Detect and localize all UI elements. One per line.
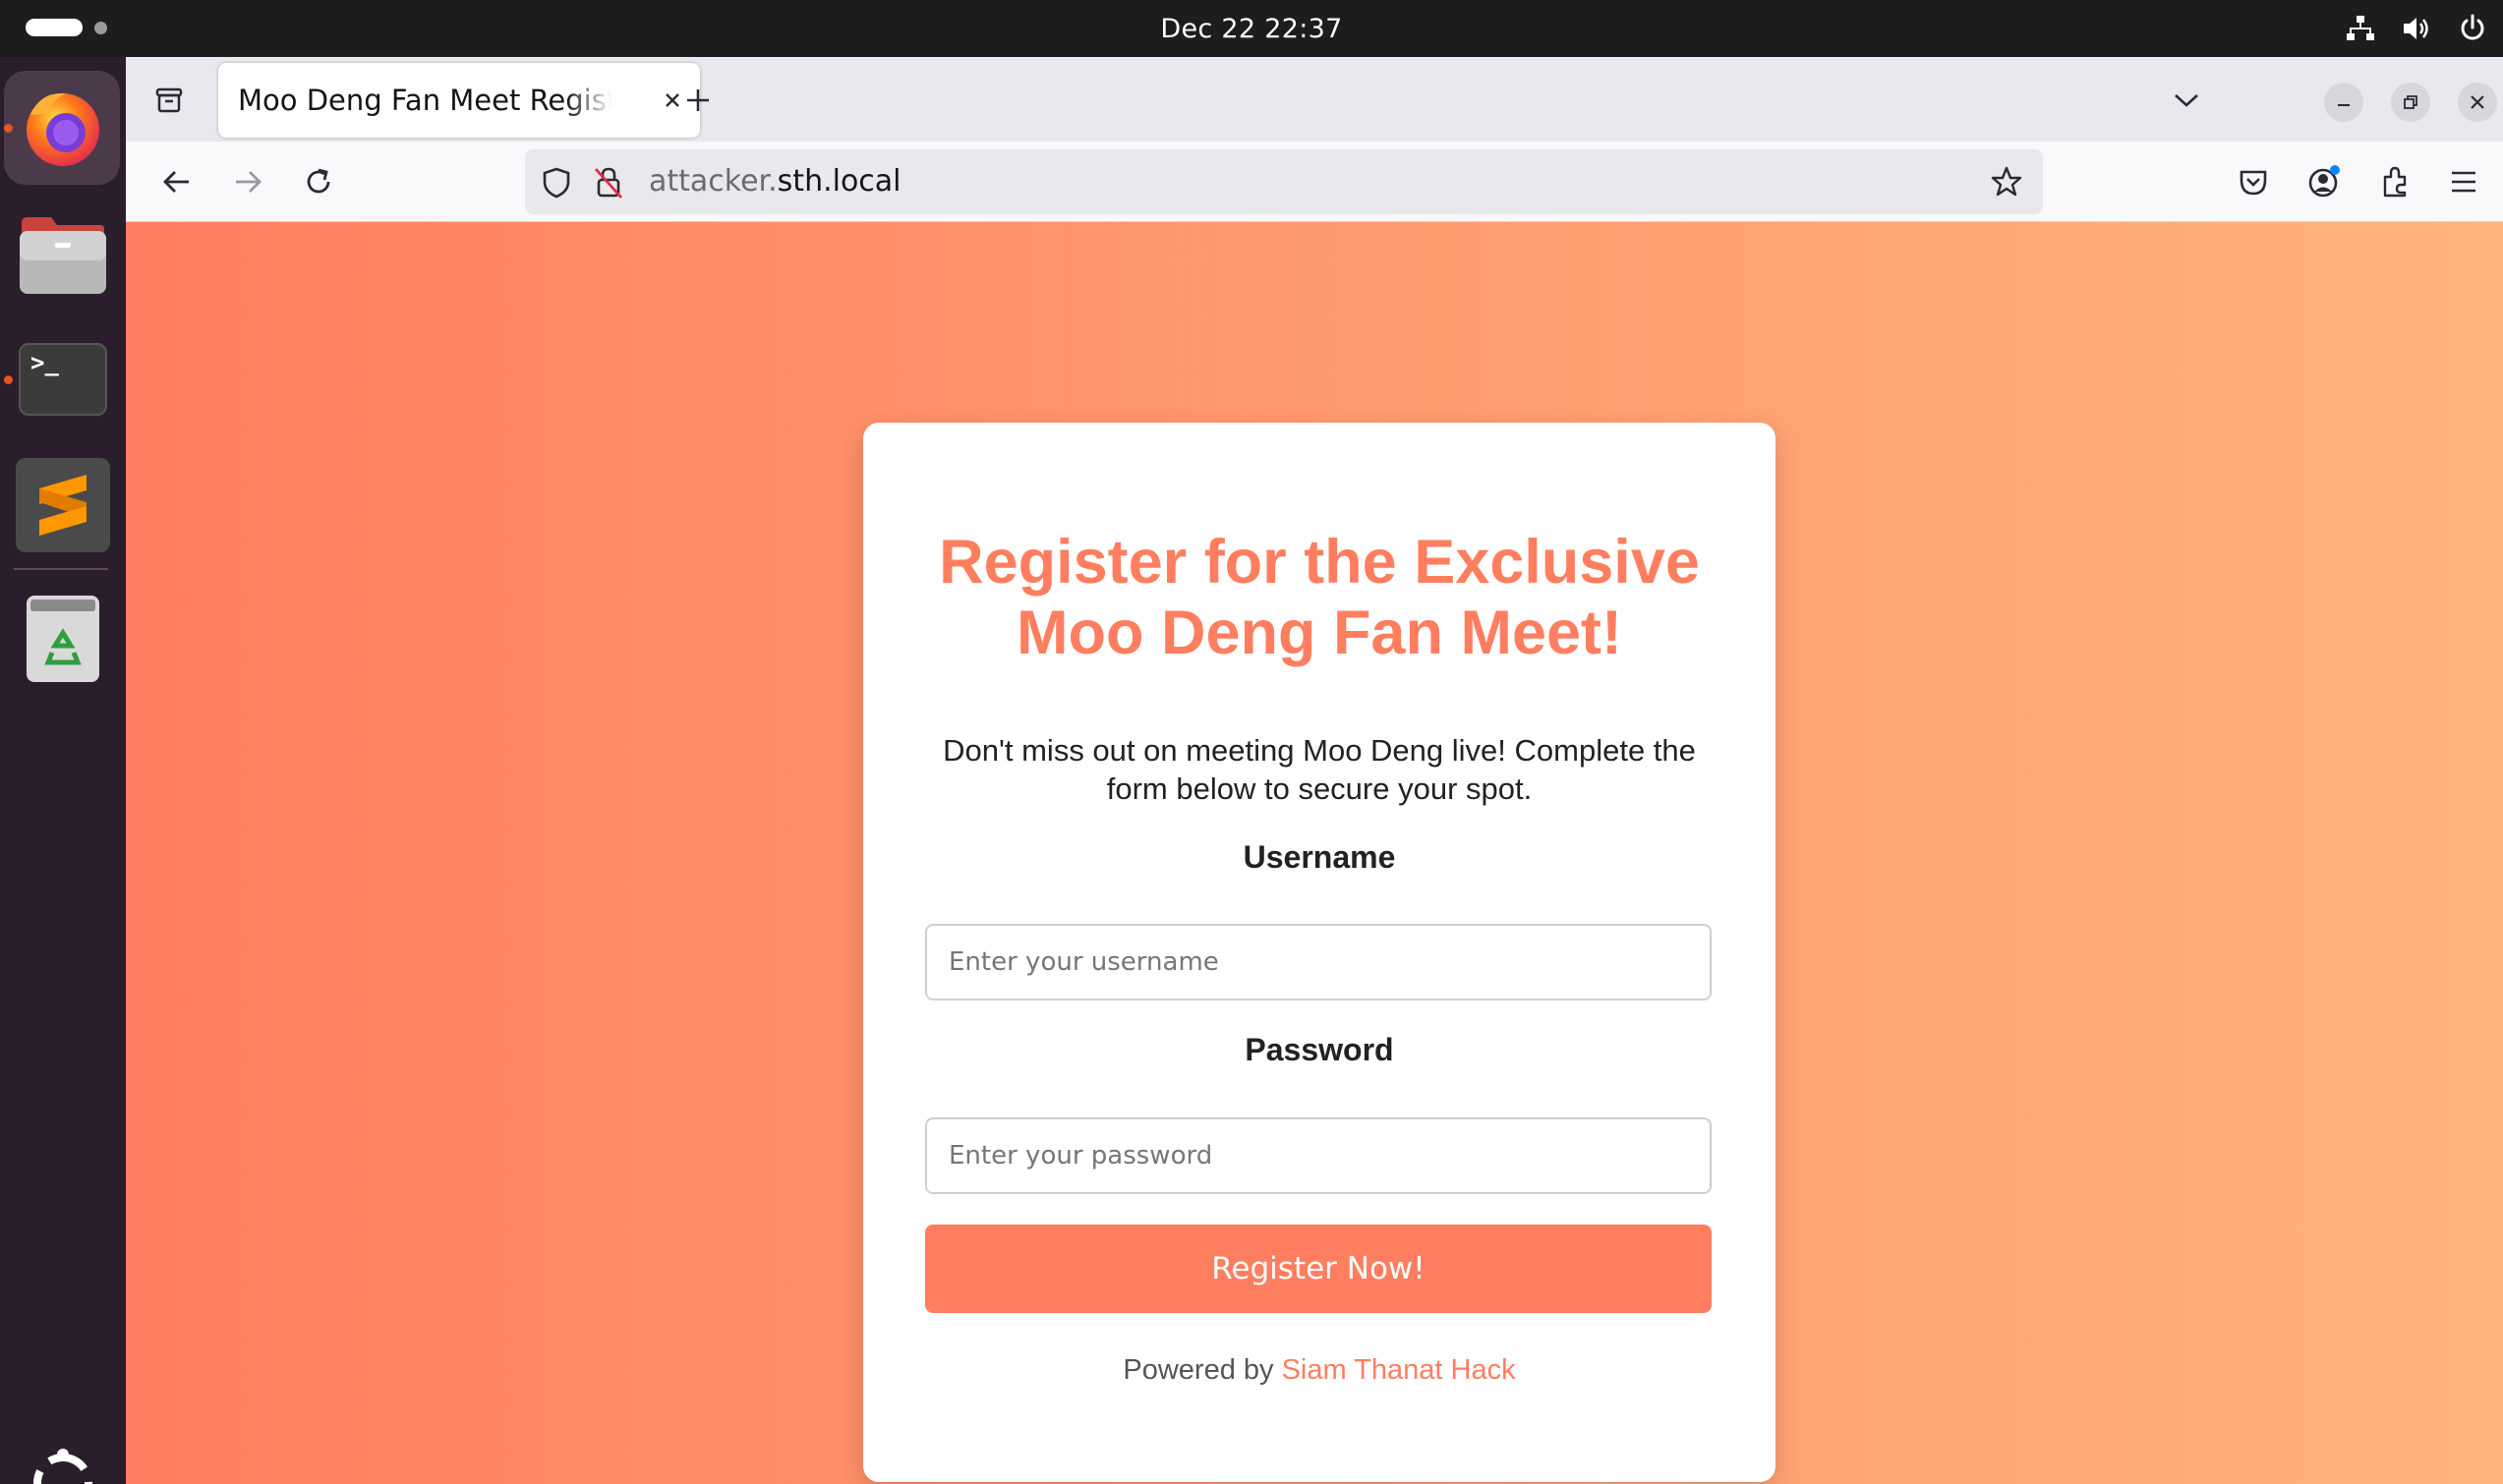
minimize-button[interactable] [2324, 83, 2363, 122]
plus-icon [687, 89, 709, 111]
powered-by-link[interactable]: Siam Thanat Hack [1282, 1354, 1516, 1386]
reload-icon [307, 168, 330, 194]
account-icon [2308, 165, 2340, 198]
firefox-window: Moo Deng Fan Meet Registration [126, 57, 2503, 1484]
system-top-bar: Dec 22 22:37 [0, 0, 2503, 57]
close-icon [2471, 95, 2484, 109]
chevron-down-icon [2175, 94, 2198, 107]
page-title: Register for the Exclusive Moo Deng Fan … [939, 528, 1700, 667]
firefox-view-icon [155, 87, 183, 113]
tab-active[interactable]: Moo Deng Fan Meet Registration [218, 63, 700, 138]
running-indicator [4, 124, 13, 133]
dock-item-terminal[interactable]: >_ [0, 320, 126, 438]
password-label: Password [1245, 1032, 1394, 1067]
reload-button[interactable] [295, 158, 342, 205]
registration-card: Register for the Exclusive Moo Deng Fan … [863, 423, 1775, 1482]
network-icon[interactable] [2346, 14, 2375, 43]
tab-title: Moo Deng Fan Meet Registration [238, 84, 611, 117]
ubuntu-logo-icon [33, 1449, 92, 1484]
password-input[interactable] [925, 1117, 1712, 1194]
dock-item-firefox[interactable] [0, 69, 126, 187]
dock-separator [14, 568, 108, 570]
username-input[interactable] [925, 924, 1712, 1000]
list-all-tabs-button[interactable] [2163, 77, 2210, 124]
firefox-icon [27, 92, 99, 166]
puzzle-piece-icon [2383, 166, 2407, 198]
restore-button[interactable] [2391, 83, 2430, 122]
tab-bar: Moo Deng Fan Meet Registration [126, 57, 2503, 142]
running-indicator [4, 375, 13, 384]
pocket-button[interactable] [2230, 158, 2277, 205]
clock[interactable]: Dec 22 22:37 [0, 0, 2503, 57]
navigation-toolbar: attacker.sth.local [126, 142, 2503, 222]
tracking-protection-shield-icon[interactable] [541, 166, 572, 203]
trash-icon [27, 596, 99, 682]
volume-icon[interactable] [2401, 14, 2432, 43]
insecure-connection-lock-icon[interactable] [592, 165, 625, 204]
firefox-view-button[interactable] [146, 77, 193, 124]
dock-item-files[interactable] [0, 197, 126, 314]
register-button[interactable]: Register Now! [925, 1225, 1712, 1313]
restore-icon [2404, 95, 2417, 109]
dock: >_ [0, 57, 126, 1484]
url-domain: sth.local [777, 164, 902, 199]
close-window-button[interactable] [2458, 83, 2497, 122]
extensions-button[interactable] [2371, 158, 2418, 205]
powered-by-prefix: Powered by [1123, 1354, 1274, 1386]
powered-by-footer: Powered by Siam Thanat Hack [863, 1354, 1775, 1387]
show-apps-button[interactable] [0, 1425, 126, 1484]
files-icon [20, 217, 106, 294]
system-tray[interactable] [2346, 0, 2487, 57]
minimize-icon [2338, 104, 2350, 106]
hamburger-menu-icon [2452, 171, 2475, 193]
arrow-right-icon [236, 171, 262, 193]
terminal-icon: >_ [19, 343, 107, 416]
sublime-icon [16, 458, 110, 552]
dock-item-trash[interactable] [0, 580, 126, 698]
bookmark-star-icon[interactable] [1990, 165, 2023, 202]
url-bar[interactable]: attacker.sth.local [525, 149, 2043, 214]
terminal-prompt: >_ [30, 349, 59, 376]
page-viewport: Register for the Exclusive Moo Deng Fan … [126, 222, 2503, 1484]
dock-item-sublime-text[interactable] [0, 446, 126, 564]
app-menu-button[interactable] [2440, 158, 2487, 205]
power-icon[interactable] [2458, 14, 2487, 43]
username-label: Username [1243, 839, 1396, 875]
forward-button[interactable] [224, 158, 271, 205]
account-button[interactable] [2300, 158, 2348, 205]
back-button[interactable] [153, 158, 201, 205]
pocket-icon [2240, 170, 2267, 196]
arrow-left-icon [163, 171, 189, 193]
url-text[interactable]: attacker.sth.local [649, 149, 902, 214]
intro-text: Don't miss out on meeting Moo Deng live!… [943, 733, 1696, 806]
new-tab-button[interactable] [676, 79, 720, 122]
url-subdomain: attacker. [649, 164, 778, 199]
